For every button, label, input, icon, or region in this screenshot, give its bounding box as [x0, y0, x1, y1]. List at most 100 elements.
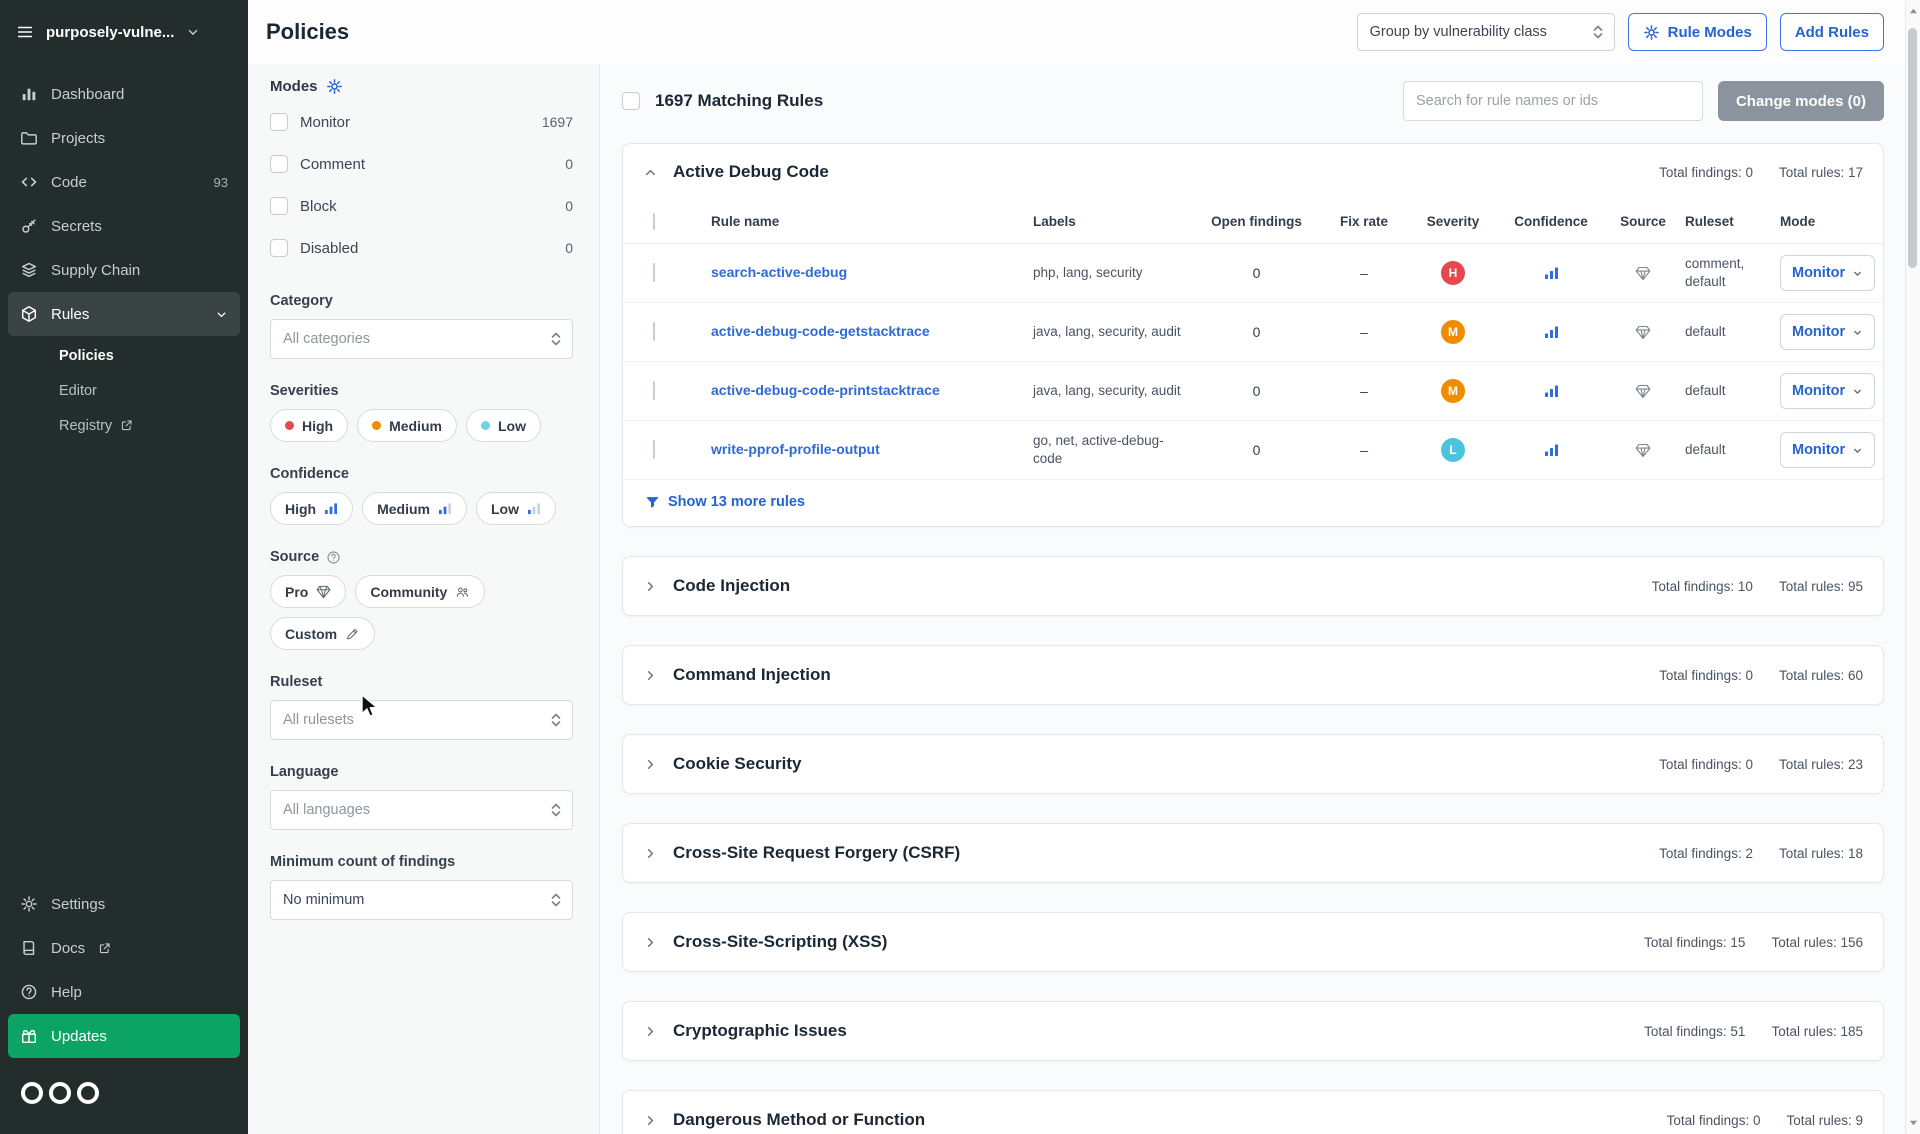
scroll-down-icon[interactable]	[1909, 1118, 1918, 1127]
chevron-right-icon[interactable]	[643, 668, 658, 683]
mode-dropdown[interactable]: Monitor	[1780, 373, 1876, 409]
sidebar-item-dashboard[interactable]: Dashboard	[8, 72, 240, 116]
chevron-up-icon[interactable]	[643, 165, 658, 180]
row-checkbox[interactable]	[653, 440, 655, 459]
show-more-rules-link[interactable]: Show 13 more rules	[668, 494, 805, 510]
sidebar-item-editor[interactable]: Editor	[16, 373, 232, 408]
mode-dropdown[interactable]: Monitor	[1780, 314, 1876, 350]
chevron-right-icon[interactable]	[643, 1024, 658, 1039]
nav-label: Code	[51, 173, 87, 191]
add-rules-button[interactable]: Add Rules	[1779, 13, 1884, 51]
group-header[interactable]: Cross-Site Request Forgery (CSRF) Total …	[623, 824, 1883, 882]
mode-dropdown[interactable]: Monitor	[1780, 432, 1876, 468]
semgrep-logo	[8, 1058, 240, 1108]
col-labels: Labels	[1033, 214, 1076, 229]
group-title: Cookie Security	[673, 754, 802, 773]
sidebar-item-code[interactable]: Code 93	[8, 160, 240, 204]
confidence-bars-icon	[438, 502, 452, 515]
select-updown-icon	[550, 802, 562, 818]
chevron-right-icon[interactable]	[643, 846, 658, 861]
severity-pill-medium[interactable]: Medium	[357, 409, 457, 442]
source-pill-custom[interactable]: Custom	[270, 617, 376, 650]
confidence-pill-high[interactable]: High	[270, 492, 354, 525]
mode-label: Disabled	[300, 239, 359, 257]
sidebar-item-supply-chain[interactable]: Supply Chain	[8, 248, 240, 292]
gear-icon	[1643, 24, 1660, 41]
chevron-right-icon[interactable]	[643, 1113, 658, 1128]
change-modes-button[interactable]: Change modes (0)	[1717, 81, 1884, 121]
mode-value: Monitor	[1792, 324, 1846, 340]
block-checkbox[interactable]	[270, 197, 288, 215]
sidebar-item-policies[interactable]: Policies	[16, 338, 232, 373]
group-by-select[interactable]: Group by vulnerability class	[1356, 13, 1615, 51]
row-checkbox[interactable]	[653, 381, 655, 400]
sidebar-item-secrets[interactable]: Secrets	[8, 204, 240, 248]
mode-dropdown[interactable]: Monitor	[1780, 255, 1876, 291]
pro-gem-icon	[1635, 384, 1651, 399]
mode-filter-monitor[interactable]: Monitor 1697	[270, 101, 573, 143]
chevron-down-icon	[1852, 445, 1863, 456]
comment-checkbox[interactable]	[270, 155, 288, 173]
language-select[interactable]: All languages	[270, 790, 573, 830]
group-header[interactable]: Cookie Security Total findings: 0 Total …	[623, 735, 1883, 793]
monitor-checkbox[interactable]	[270, 113, 288, 131]
filter-panel: Modes Monitor 1697 Comment 0 Block 0 Dis…	[248, 64, 600, 1134]
scrollbar-thumb[interactable]	[1908, 28, 1917, 268]
pill-label: Community	[370, 583, 448, 600]
rule-modes-button[interactable]: Rule Modes	[1627, 13, 1767, 51]
row-checkbox[interactable]	[653, 322, 655, 341]
total-findings: Total findings: 15	[1644, 934, 1746, 950]
disabled-checkbox[interactable]	[270, 239, 288, 257]
group-header[interactable]: Code Injection Total findings: 10 Total …	[623, 557, 1883, 615]
source-pill-community[interactable]: Community	[355, 575, 486, 608]
group-select-all-checkbox[interactable]	[653, 213, 655, 230]
rule-name-link[interactable]: search-active-debug	[711, 264, 847, 280]
sidebar-item-help[interactable]: Help	[8, 970, 240, 1014]
group-by-value: Group by vulnerability class	[1369, 24, 1547, 40]
total-rules: Total rules: 23	[1778, 756, 1863, 772]
org-switcher[interactable]: purposely-vulne...	[0, 0, 248, 64]
severity-pill-low[interactable]: Low	[466, 409, 541, 442]
min-findings-label: Minimum count of findings	[270, 854, 456, 870]
chevron-right-icon[interactable]	[643, 579, 658, 594]
help-icon	[20, 983, 38, 1001]
select-all-checkbox[interactable]	[622, 92, 640, 110]
sidebar-item-settings[interactable]: Settings	[8, 882, 240, 926]
mode-filter-comment[interactable]: Comment 0	[270, 143, 573, 185]
sidebar-item-docs[interactable]: Docs	[8, 926, 240, 970]
sidebar-item-updates[interactable]: Updates	[8, 1014, 240, 1058]
confidence-pill-low[interactable]: Low	[476, 492, 556, 525]
mode-filter-disabled[interactable]: Disabled 0	[270, 227, 573, 269]
min-findings-select[interactable]: No minimum	[270, 880, 573, 920]
group-header[interactable]: Active Debug Code Total findings: 0 Tota…	[623, 144, 1883, 200]
source-pill-pro[interactable]: Pro	[270, 575, 347, 608]
window-scrollbar[interactable]	[1905, 0, 1920, 1134]
mode-filter-block[interactable]: Block 0	[270, 185, 573, 227]
rule-search-input[interactable]	[1402, 81, 1703, 121]
severity-pill-high[interactable]: High	[270, 409, 349, 442]
rule-name-link[interactable]: write-pprof-profile-output	[711, 441, 880, 457]
scroll-up-icon[interactable]	[1909, 7, 1918, 16]
modes-gear-icon[interactable]	[326, 78, 343, 95]
confidence-pill-medium[interactable]: Medium	[362, 492, 467, 525]
menu-icon[interactable]	[16, 23, 34, 41]
group-header[interactable]: Command Injection Total findings: 0 Tota…	[623, 646, 1883, 704]
row-checkbox[interactable]	[653, 263, 655, 282]
ruleset-select[interactable]: All rulesets	[270, 700, 573, 740]
rule-name-link[interactable]: active-debug-code-printstacktrace	[711, 382, 940, 398]
rule-name-link[interactable]: active-debug-code-getstacktrace	[711, 323, 930, 339]
chevron-right-icon[interactable]	[643, 935, 658, 950]
sidebar-item-projects[interactable]: Projects	[8, 116, 240, 160]
help-circle-icon[interactable]	[326, 550, 341, 565]
rule-labels: php, lang, security	[1033, 265, 1143, 281]
ruleset-label: Ruleset	[270, 674, 323, 690]
group-header[interactable]: Dangerous Method or Function Total findi…	[623, 1091, 1883, 1134]
category-select[interactable]: All categories	[270, 319, 573, 359]
confidence-label: Confidence	[270, 466, 349, 482]
group-header[interactable]: Cryptographic Issues Total findings: 51 …	[623, 1002, 1883, 1060]
group-header[interactable]: Cross-Site-Scripting (XSS) Total finding…	[623, 913, 1883, 971]
app-root: purposely-vulne... Dashboard Projects Co…	[0, 0, 1920, 1134]
sidebar-item-rules[interactable]: Rules	[8, 292, 240, 336]
chevron-right-icon[interactable]	[643, 757, 658, 772]
sidebar-item-registry[interactable]: Registry	[16, 408, 232, 443]
